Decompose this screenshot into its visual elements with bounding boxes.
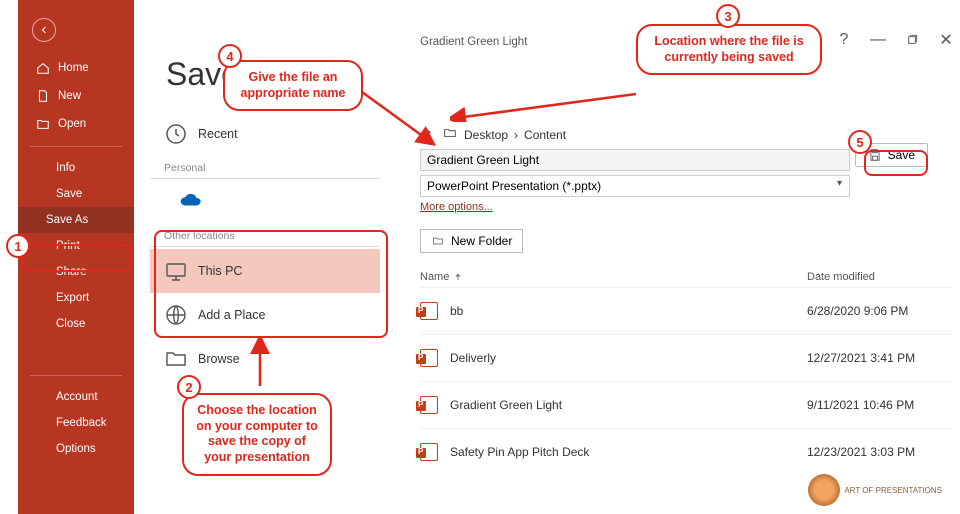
nav-save[interactable]: Save — [18, 181, 134, 207]
file-date: 6/28/2020 9:06 PM — [807, 304, 952, 318]
nav-new[interactable]: New — [18, 82, 134, 110]
breadcrumb-part[interactable]: Desktop — [464, 128, 508, 142]
nav-export[interactable]: Export — [18, 285, 134, 311]
annotation-callout-3: Location where the file is currently bei… — [636, 24, 822, 75]
breadcrumb-part[interactable]: Content — [524, 128, 566, 142]
pc-icon — [164, 259, 188, 283]
nav-feedback[interactable]: Feedback — [18, 410, 134, 436]
location-label: Add a Place — [198, 308, 265, 322]
back-button[interactable] — [32, 18, 56, 42]
nav-print[interactable]: Print — [18, 233, 134, 259]
nav-close[interactable]: Close — [18, 311, 134, 337]
new-folder-icon — [431, 235, 445, 247]
nav-info[interactable]: Info — [18, 155, 134, 181]
nav-account[interactable]: Account — [18, 384, 134, 410]
new-doc-icon — [36, 89, 50, 103]
nav-options[interactable]: Options — [18, 436, 134, 462]
locations-personal-header: Personal — [150, 156, 380, 179]
folder-icon — [164, 347, 188, 371]
annotation-badge-3: 3 — [716, 4, 740, 28]
globe-plus-icon — [164, 303, 188, 327]
annotation-badge-1: 1 — [6, 234, 30, 258]
annotation-badge-5: 5 — [848, 130, 872, 154]
annotation-badge-4: 4 — [218, 44, 242, 68]
logo-icon — [808, 474, 840, 506]
help-icon[interactable]: ? — [836, 32, 852, 48]
breadcrumb[interactable]: Desktop › Content — [420, 126, 952, 143]
chevron-right-icon: › — [514, 128, 518, 142]
file-name: Deliverly — [450, 351, 807, 365]
file-row[interactable]: Gradient Green Light 9/11/2021 10:46 PM — [420, 381, 952, 428]
location-label: Recent — [198, 127, 238, 141]
column-date[interactable]: Date modified — [807, 271, 952, 283]
annotation-callout-4: Give the file an appropriate name — [223, 60, 363, 111]
nav-label: Home — [58, 62, 89, 74]
file-name: Safety Pin App Pitch Deck — [450, 445, 807, 459]
filetype-select[interactable] — [420, 175, 850, 197]
new-folder-button[interactable]: New Folder — [420, 229, 523, 253]
pptx-file-icon — [420, 396, 438, 414]
minimize-icon[interactable]: — — [870, 32, 886, 48]
nav-save-as[interactable]: Save As — [18, 207, 134, 233]
onedrive-icon — [180, 193, 202, 207]
annotation-callout-2: Choose the location on your computer to … — [182, 393, 332, 476]
save-icon — [868, 148, 882, 162]
save-details-column: Gradient Green Light Desktop › Content S… — [420, 36, 952, 475]
file-row[interactable]: bb 6/28/2020 9:06 PM — [420, 287, 952, 334]
home-icon — [36, 61, 50, 75]
nav-label: New — [58, 90, 81, 102]
backstage-sidebar: Home New Open Info Save Save As Print Sh… — [18, 0, 134, 514]
file-name: bb — [450, 304, 807, 318]
file-row[interactable]: Deliverly 12/27/2021 3:41 PM — [420, 334, 952, 381]
pptx-file-icon — [420, 302, 438, 320]
file-date: 12/23/2021 3:03 PM — [807, 445, 952, 459]
nav-share[interactable]: Share — [18, 259, 134, 285]
close-icon[interactable]: ✕ — [938, 32, 954, 48]
location-browse[interactable]: Browse — [150, 337, 380, 381]
nav-open[interactable]: Open — [18, 110, 134, 138]
pptx-file-icon — [420, 443, 438, 461]
new-folder-label: New Folder — [451, 234, 512, 248]
location-onedrive[interactable] — [150, 181, 380, 224]
up-arrow-icon[interactable] — [420, 126, 434, 143]
location-add-place[interactable]: Add a Place — [150, 293, 380, 337]
restore-icon[interactable] — [904, 32, 920, 48]
annotation-badge-2: 2 — [177, 375, 201, 399]
folder-open-icon — [36, 117, 50, 131]
watermark-logo: ART OF PRESENTATIONS — [808, 474, 942, 506]
locations-other-header: Other locations — [150, 224, 380, 247]
sort-asc-icon — [453, 272, 463, 282]
location-recent[interactable]: Recent — [150, 112, 380, 156]
location-label: Browse — [198, 352, 240, 366]
titlebar-controls: ? — ✕ — [802, 32, 954, 48]
logo-text: ART OF PRESENTATIONS — [844, 486, 942, 495]
file-name: Gradient Green Light — [450, 398, 807, 412]
file-date: 12/27/2021 3:41 PM — [807, 351, 952, 365]
file-row[interactable]: Safety Pin App Pitch Deck 12/23/2021 3:0… — [420, 428, 952, 475]
column-name[interactable]: Name — [420, 271, 807, 283]
nav-label: Open — [58, 118, 86, 130]
save-button-label: Save — [888, 148, 915, 162]
location-this-pc[interactable]: This PC — [150, 249, 380, 293]
nav-home[interactable]: Home — [18, 54, 134, 82]
pptx-file-icon — [420, 349, 438, 367]
file-date: 9/11/2021 10:46 PM — [807, 398, 952, 412]
location-label: This PC — [198, 264, 242, 278]
folder-icon — [442, 126, 458, 143]
filename-input[interactable] — [420, 149, 850, 171]
more-options-link[interactable]: More options... — [420, 201, 493, 213]
clock-icon — [164, 122, 188, 146]
file-table: Name Date modified bb 6/28/2020 9:06 PM … — [420, 267, 952, 475]
location-column: Recent Personal Other locations This PC … — [150, 112, 380, 381]
